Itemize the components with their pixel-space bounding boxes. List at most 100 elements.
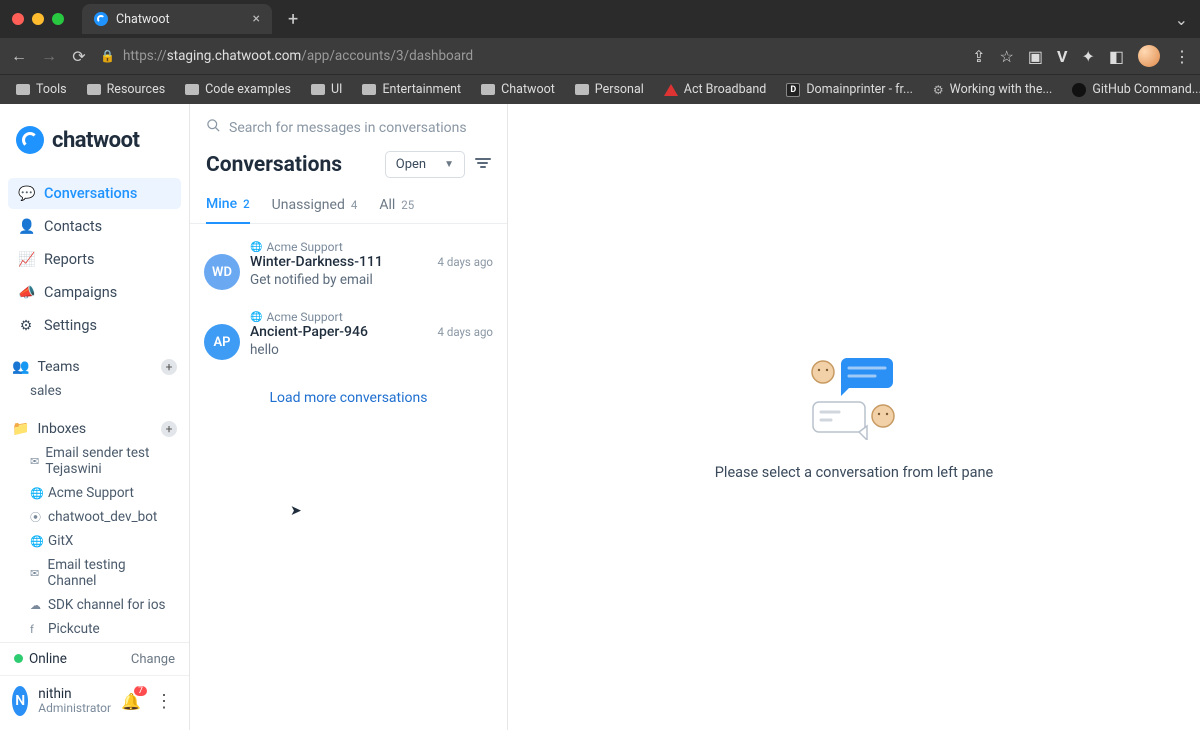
brand-logo[interactable]: chatwoot — [0, 104, 189, 178]
conversation-snippet: Get notified by email — [250, 272, 493, 288]
search-input[interactable]: Search for messages in conversations — [190, 104, 507, 145]
user-row: N nithin Administrator 🔔7 ⋮ — [0, 675, 189, 730]
inbox-item[interactable]: fPickcute — [0, 617, 189, 641]
tab-all[interactable]: All25 — [379, 188, 414, 223]
tab-count: 4 — [351, 198, 357, 212]
notifications-button[interactable]: 🔔7 — [121, 692, 141, 711]
empty-conversation-pane: Please select a conversation from left p… — [508, 104, 1200, 730]
nav-settings[interactable]: ⚙Settings — [8, 310, 181, 341]
inbox-item[interactable]: ☁SDK channel for ios — [0, 593, 189, 617]
nav-reports[interactable]: 📈Reports — [8, 244, 181, 275]
teams-icon: 👥 — [12, 359, 29, 375]
tab-unassigned[interactable]: Unassigned4 — [272, 188, 358, 223]
globe-icon: 🌐 — [30, 535, 42, 548]
url-prefix: https:// — [123, 48, 167, 64]
inboxes-icon: 📁 — [12, 421, 29, 437]
tab-close-icon[interactable]: × — [253, 11, 260, 27]
tab-count: 2 — [243, 197, 250, 211]
bookmark-item[interactable]: Chatwoot — [473, 80, 563, 99]
bookmark-label: Code examples — [205, 82, 291, 97]
add-team-button[interactable]: + — [161, 359, 177, 375]
titlebar: Chatwoot × + ⌄ — [0, 0, 1200, 38]
conversation-item[interactable]: AP🌐Acme SupportAncient-Paper-9464 days a… — [190, 300, 507, 370]
load-more-button[interactable]: Load more conversations — [190, 376, 507, 420]
add-inbox-button[interactable]: + — [161, 421, 177, 437]
inbox-item[interactable]: ✉Email sender test Tejaswini — [0, 441, 189, 481]
bookmark-item[interactable]: UI — [303, 80, 351, 99]
inbox-label: Email sender test Tejaswini — [45, 445, 173, 477]
close-window-icon[interactable] — [12, 13, 24, 25]
user-menu-button[interactable]: ⋮ — [151, 691, 177, 712]
nav-conversations[interactable]: 💬Conversations — [8, 178, 181, 209]
presence-dot-icon — [14, 654, 23, 663]
menu-icon[interactable]: ⋮ — [1174, 47, 1190, 66]
contact-name: Ancient-Paper-946 — [250, 324, 368, 340]
bookmark-item[interactable]: Personal — [567, 80, 652, 99]
maximize-window-icon[interactable] — [52, 13, 64, 25]
bookmark-item[interactable]: Tools — [8, 80, 75, 99]
tab-label: Mine — [206, 196, 237, 212]
url-box[interactable]: 🔒 https://staging.chatwoot.com/app/accou… — [100, 48, 473, 64]
inbox-item[interactable]: ⦿ chatwoot_dev_bot — [0, 505, 189, 529]
nav-contacts[interactable]: 👤Contacts — [8, 211, 181, 242]
profile-avatar[interactable] — [1138, 45, 1160, 67]
bookmark-item[interactable]: ⚙Working with the... — [925, 80, 1060, 99]
logo-text: chatwoot — [52, 128, 139, 153]
inbox-item[interactable]: 🌐Acme Support — [0, 481, 189, 505]
bookmark-label: Resources — [107, 82, 166, 97]
inbox-item[interactable]: 🌐GitX — [0, 529, 189, 553]
conversation-snippet: hello — [250, 342, 493, 358]
new-tab-button[interactable]: + — [280, 9, 306, 30]
tabs-overflow-icon[interactable]: ⌄ — [1175, 10, 1188, 29]
globe-icon: 🌐 — [30, 487, 42, 500]
bookmark-item[interactable]: GitHub Command... — [1064, 80, 1200, 99]
empty-illustration — [809, 354, 899, 440]
bookmark-icon[interactable]: ☆ — [1000, 47, 1014, 66]
chat-icon: 💬 — [18, 186, 34, 202]
bookmark-item[interactable]: Resources — [79, 80, 174, 99]
browser-tab[interactable]: Chatwoot × — [82, 4, 272, 34]
inbox-item[interactable]: ✉Email testing Channel — [0, 553, 189, 593]
conversation-time: 4 days ago — [438, 255, 493, 269]
reader-icon[interactable]: ▣ — [1028, 47, 1043, 66]
site-icon: ⚙ — [933, 83, 944, 97]
teams-section-header: 👥Teams + — [0, 341, 189, 379]
minimize-window-icon[interactable] — [32, 13, 44, 25]
bookmark-item[interactable]: Code examples — [177, 80, 299, 99]
team-item[interactable]: sales — [0, 379, 189, 403]
empty-text: Please select a conversation from left p… — [715, 464, 993, 481]
tab-favicon — [94, 12, 108, 26]
status-filter-dropdown[interactable]: Open ▼ — [385, 151, 465, 178]
inbox-label: chatwoot_dev_bot — [48, 509, 157, 525]
reload-button[interactable]: ⟳ — [70, 47, 88, 66]
conversation-item[interactable]: WD🌐Acme SupportWinter-Darkness-1114 days… — [190, 230, 507, 300]
extension-icon[interactable]: V — [1057, 47, 1067, 66]
site-icon — [664, 84, 678, 96]
back-button[interactable]: ← — [10, 46, 28, 66]
window-controls[interactable] — [12, 13, 64, 25]
presence-change-button[interactable]: Change — [131, 652, 175, 667]
github-icon — [1072, 83, 1086, 97]
forward-button[interactable]: → — [40, 46, 58, 66]
user-role: Administrator — [38, 701, 111, 715]
tab-mine[interactable]: Mine 2 — [206, 188, 250, 224]
filter-button[interactable] — [475, 158, 491, 172]
tab-title: Chatwoot — [116, 12, 170, 27]
share-icon[interactable]: ⇪ — [972, 47, 985, 66]
bookmark-label: Act Broadband — [684, 82, 767, 97]
search-placeholder: Search for messages in conversations — [229, 120, 467, 136]
conversation-channel: 🌐Acme Support — [250, 240, 493, 254]
extensions-icon[interactable]: ✦ — [1081, 47, 1094, 66]
bookmark-item[interactable]: Entertainment — [354, 80, 469, 99]
bookmark-item[interactable]: Act Broadband — [656, 80, 775, 99]
panel-icon[interactable]: ◧ — [1109, 47, 1124, 66]
user-avatar[interactable]: N — [12, 686, 28, 716]
bookmark-item[interactable]: DDomainprinter - fr... — [778, 80, 921, 99]
conversation-channel: 🌐Acme Support — [250, 310, 493, 324]
conversation-list-panel: Search for messages in conversations Con… — [190, 104, 508, 730]
contact-avatar: WD — [204, 254, 240, 290]
bookmark-label: Tools — [36, 82, 67, 97]
bot-icon: ⦿ — [30, 509, 42, 525]
nav-campaigns[interactable]: 📣Campaigns — [8, 277, 181, 308]
search-icon — [206, 118, 221, 137]
